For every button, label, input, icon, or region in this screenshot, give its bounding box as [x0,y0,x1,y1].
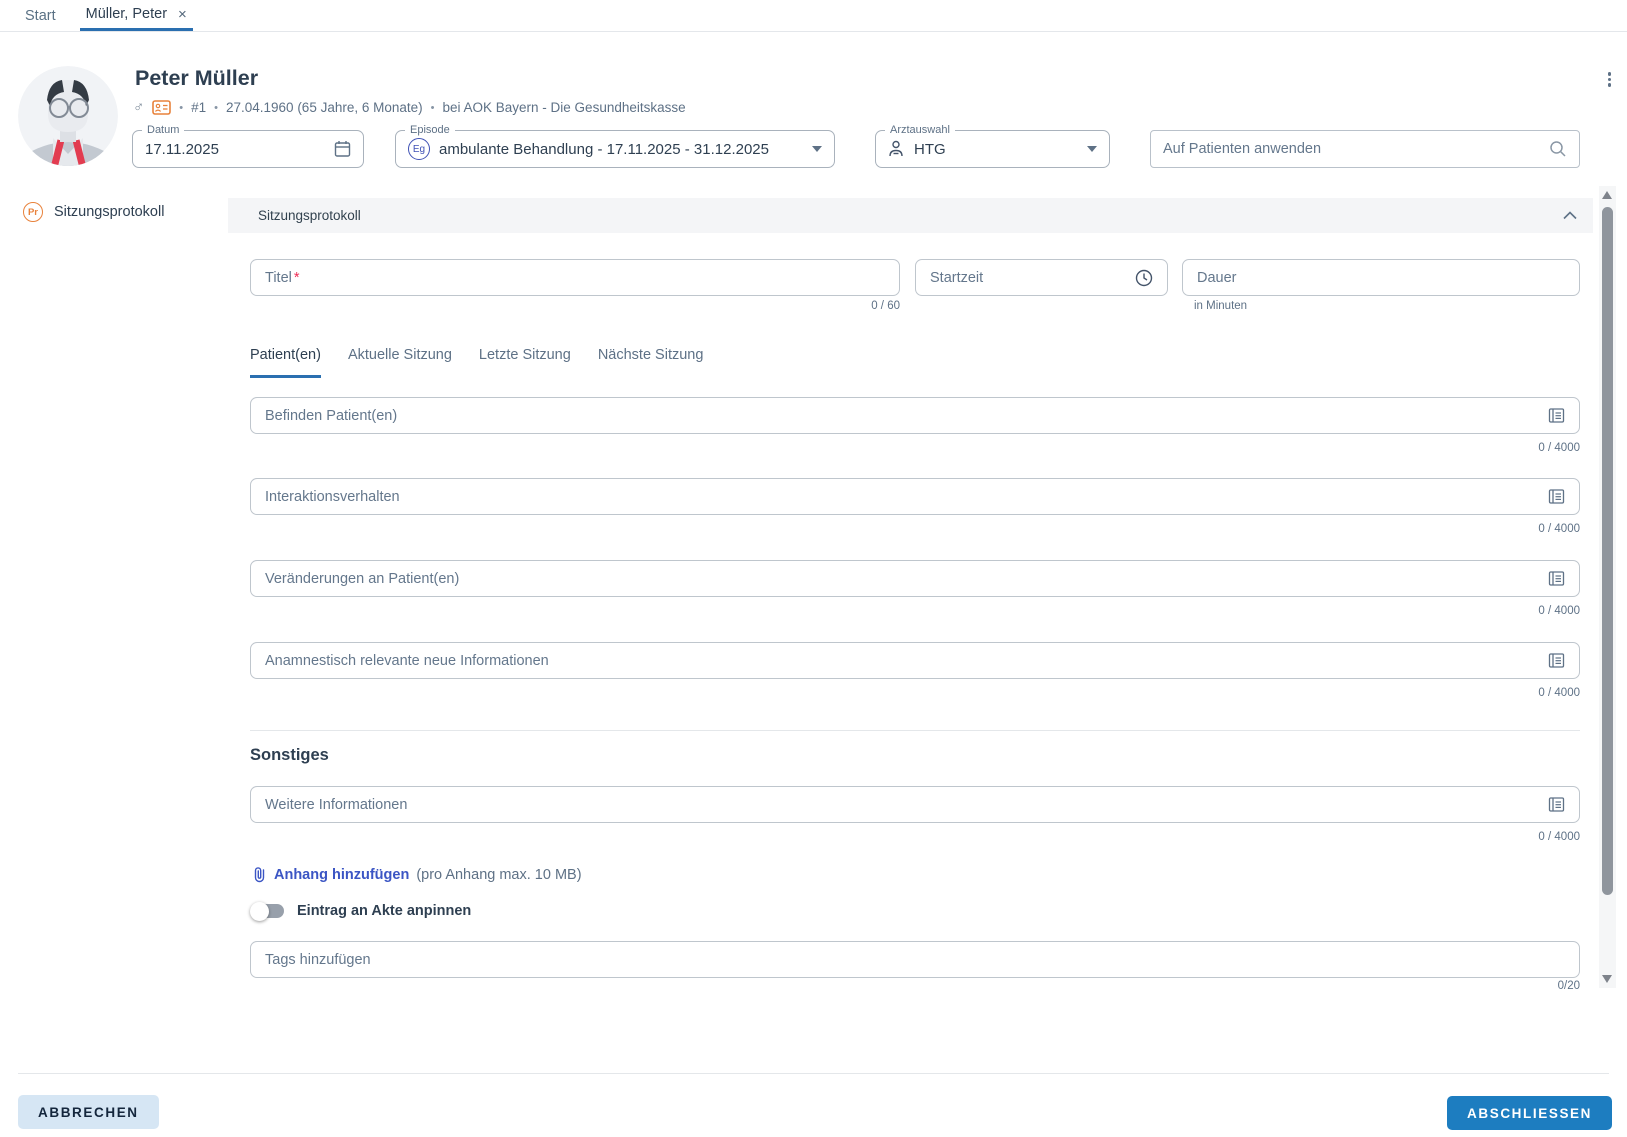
episode-value: ambulante Behandlung - 17.11.2025 - 31.1… [439,141,769,158]
text-template-icon[interactable] [1548,570,1565,587]
attachment-row: Anhang hinzufügen (pro Anhang max. 10 MB… [252,866,582,883]
tab-patienten[interactable]: Patient(en) [250,347,321,378]
titel-counter: 0 / 60 [250,300,900,312]
scroll-down-icon[interactable] [1602,975,1612,983]
arztauswahl-select[interactable]: Arztauswahl HTG [875,130,1110,168]
tab-patient-label: Müller, Peter [86,6,167,22]
patient-card-icon [152,100,171,115]
weitere-informationen-textarea[interactable]: Weitere Informationen [250,786,1580,823]
chevron-down-icon[interactable] [812,146,822,152]
tags-counter: 0/20 [250,980,1580,990]
doctor-icon [888,140,904,158]
chevron-up-icon[interactable] [1563,211,1577,220]
titel-placeholder: Titel [265,270,292,286]
close-icon[interactable]: × [178,7,187,22]
tab-aktuelle-sitzung[interactable]: Aktuelle Sitzung [348,347,452,378]
interaktionsverhalten-placeholder: Interaktionsverhalten [265,489,400,505]
veraenderungen-placeholder: Veränderungen an Patient(en) [265,571,459,587]
tab-letzte-sitzung[interactable]: Letzte Sitzung [479,347,571,378]
panel-header: Sitzungsprotokoll [228,198,1593,233]
cancel-button[interactable]: ABBRECHEN [18,1095,159,1129]
patient-number: #1 [191,100,206,115]
patient-meta: ♂ • #1 • 27.04.1960 (65 Jahre, 6 Monate)… [133,99,686,116]
interaktionsverhalten-textarea[interactable]: Interaktionsverhalten [250,478,1580,515]
session-tabs: Patient(en) Aktuelle Sitzung Letzte Sitz… [250,347,703,378]
befinden-placeholder: Befinden Patient(en) [265,408,397,424]
panel-title: Sitzungsprotokoll [258,208,361,223]
add-attachment-link[interactable]: Anhang hinzufügen [274,867,409,883]
dauer-placeholder: Dauer [1197,270,1237,286]
befinden-counter: 0 / 4000 [250,442,1580,454]
paperclip-icon [252,866,267,883]
meta-separator: • [179,102,183,114]
avatar [18,66,118,166]
vertical-scrollbar[interactable] [1599,186,1616,988]
footer-divider [18,1073,1609,1074]
tab-bar: Start Müller, Peter × [0,0,1627,32]
episode-label: Episode [405,124,455,136]
dauer-input[interactable]: Dauer [1182,259,1580,296]
tab-patient-mueller[interactable]: Müller, Peter × [80,0,193,31]
protocol-badge-icon: Pr [23,202,43,222]
titel-input[interactable]: Titel * [250,259,900,296]
pin-toggle-row: Eintrag an Akte anpinnen [252,903,471,919]
arztauswahl-value: HTG [914,141,946,158]
patient-name: Peter Müller [135,66,258,91]
male-icon: ♂ [133,99,144,116]
section-divider [250,730,1580,731]
text-template-icon[interactable] [1548,796,1565,813]
attachment-hint: (pro Anhang max. 10 MB) [416,867,581,883]
episode-select[interactable]: Episode Eg ambulante Behandlung - 17.11.… [395,130,835,168]
meta-separator: • [214,102,218,114]
text-template-icon[interactable] [1548,407,1565,424]
sidebar-item-sitzungsprotokoll[interactable]: Pr Sitzungsprotokoll [23,202,164,222]
tags-placeholder: Tags hinzufügen [265,952,371,968]
interaktionsverhalten-counter: 0 / 4000 [250,523,1580,535]
text-template-icon[interactable] [1548,488,1565,505]
weitere-counter: 0 / 4000 [250,831,1580,843]
required-asterisk: * [294,270,300,286]
search-input[interactable]: Auf Patienten anwenden [1150,130,1580,168]
search-placeholder: Auf Patienten anwenden [1163,141,1321,157]
patient-birth: 27.04.1960 (65 Jahre, 6 Monate) [226,100,423,115]
dauer-helper: in Minuten [1194,300,1247,312]
kebab-menu-icon[interactable] [1608,72,1612,87]
startzeit-input[interactable]: Startzeit [915,259,1168,296]
anamnestisch-textarea[interactable]: Anamnestisch relevante neue Informatione… [250,642,1580,679]
app-window: Start Müller, Peter × [0,0,1627,1137]
chevron-down-icon[interactable] [1087,146,1097,152]
scroll-up-icon[interactable] [1602,191,1612,199]
tab-start[interactable]: Start [25,0,56,31]
arztauswahl-label: Arztauswahl [885,124,955,136]
tags-input[interactable]: Tags hinzufügen [250,941,1580,978]
anamnestisch-placeholder: Anamnestisch relevante neue Informatione… [265,653,549,669]
datum-value: 17.11.2025 [145,141,219,158]
scroll-clip: 0/20 [228,976,1593,990]
veraenderungen-counter: 0 / 4000 [250,605,1580,617]
calendar-icon[interactable] [334,140,351,158]
startzeit-placeholder: Startzeit [930,270,983,286]
datum-field[interactable]: Datum 17.11.2025 [132,130,364,168]
clock-icon[interactable] [1135,269,1153,287]
episode-badge-icon: Eg [408,138,430,160]
befinden-textarea[interactable]: Befinden Patient(en) [250,397,1580,434]
sidebar-item-label: Sitzungsprotokoll [54,204,164,220]
veraenderungen-textarea[interactable]: Veränderungen an Patient(en) [250,560,1580,597]
tab-start-label: Start [25,8,56,24]
anamnestisch-counter: 0 / 4000 [250,687,1580,699]
finish-button[interactable]: ABSCHLIESSEN [1447,1096,1612,1130]
search-icon[interactable] [1549,140,1567,158]
sonstiges-heading: Sonstiges [250,746,329,765]
pin-toggle[interactable] [252,904,284,918]
datum-label: Datum [142,124,184,136]
tab-naechste-sitzung[interactable]: Nächste Sitzung [598,347,704,378]
patient-insurer: bei AOK Bayern - Die Gesundheitskasse [443,100,686,115]
scrollbar-thumb[interactable] [1602,207,1613,895]
text-template-icon[interactable] [1548,652,1565,669]
pin-toggle-label: Eintrag an Akte anpinnen [297,903,471,919]
weitere-placeholder: Weitere Informationen [265,797,407,813]
meta-separator: • [431,102,435,114]
